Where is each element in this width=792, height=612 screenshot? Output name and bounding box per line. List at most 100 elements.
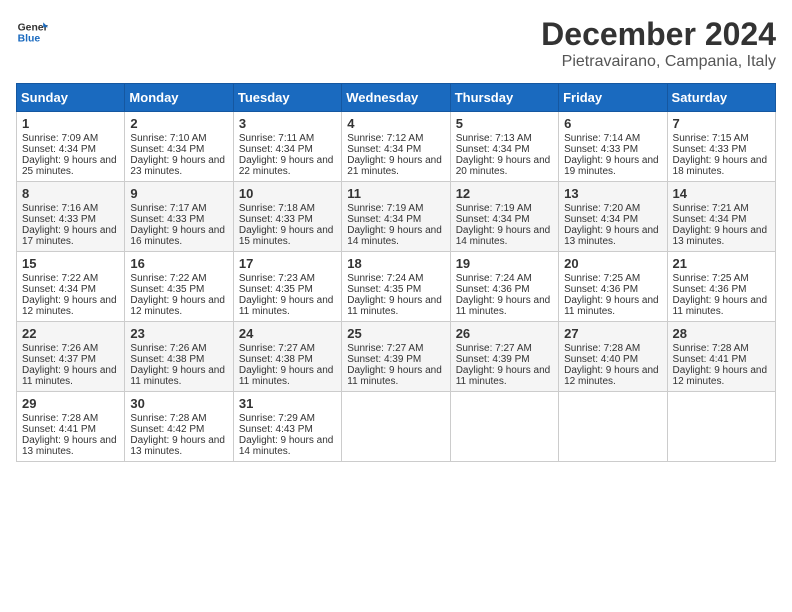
sunset-text: Sunset: 4:36 PM xyxy=(456,284,530,295)
sunrise-text: Sunrise: 7:12 AM xyxy=(347,133,423,144)
sunrise-text: Sunrise: 7:19 AM xyxy=(347,203,423,214)
day-cell: 13Sunrise: 7:20 AMSunset: 4:34 PMDayligh… xyxy=(559,182,667,252)
week-row-2: 8Sunrise: 7:16 AMSunset: 4:33 PMDaylight… xyxy=(17,182,776,252)
day-number: 2 xyxy=(130,116,227,131)
sunrise-text: Sunrise: 7:29 AM xyxy=(239,413,315,424)
day-number: 15 xyxy=(22,256,119,271)
weekday-header-row: SundayMondayTuesdayWednesdayThursdayFrid… xyxy=(17,84,776,112)
day-cell: 3Sunrise: 7:11 AMSunset: 4:34 PMDaylight… xyxy=(233,112,341,182)
daylight-text: Daylight: 9 hours and 13 minutes. xyxy=(564,225,659,247)
daylight-text: Daylight: 9 hours and 11 minutes. xyxy=(130,365,225,387)
day-number: 3 xyxy=(239,116,336,131)
sunrise-text: Sunrise: 7:20 AM xyxy=(564,203,640,214)
day-cell: 15Sunrise: 7:22 AMSunset: 4:34 PMDayligh… xyxy=(17,252,125,322)
title-area: December 2024 Pietravairano, Campania, I… xyxy=(541,16,776,71)
daylight-text: Daylight: 9 hours and 21 minutes. xyxy=(347,155,442,177)
daylight-text: Daylight: 9 hours and 19 minutes. xyxy=(564,155,659,177)
day-number: 8 xyxy=(22,186,119,201)
sunset-text: Sunset: 4:40 PM xyxy=(564,354,638,365)
daylight-text: Daylight: 9 hours and 20 minutes. xyxy=(456,155,551,177)
sunset-text: Sunset: 4:34 PM xyxy=(347,214,421,225)
sunset-text: Sunset: 4:33 PM xyxy=(22,214,96,225)
sunset-text: Sunset: 4:34 PM xyxy=(456,144,530,155)
sunrise-text: Sunrise: 7:27 AM xyxy=(347,343,423,354)
day-cell xyxy=(450,392,558,462)
daylight-text: Daylight: 9 hours and 25 minutes. xyxy=(22,155,117,177)
sunset-text: Sunset: 4:41 PM xyxy=(673,354,747,365)
weekday-header-saturday: Saturday xyxy=(667,84,775,112)
sunrise-text: Sunrise: 7:28 AM xyxy=(130,413,206,424)
sunset-text: Sunset: 4:34 PM xyxy=(239,144,313,155)
day-cell: 17Sunrise: 7:23 AMSunset: 4:35 PMDayligh… xyxy=(233,252,341,322)
day-cell: 8Sunrise: 7:16 AMSunset: 4:33 PMDaylight… xyxy=(17,182,125,252)
sunrise-text: Sunrise: 7:27 AM xyxy=(456,343,532,354)
daylight-text: Daylight: 9 hours and 12 minutes. xyxy=(22,295,117,317)
sunset-text: Sunset: 4:39 PM xyxy=(456,354,530,365)
weekday-header-wednesday: Wednesday xyxy=(342,84,450,112)
sunset-text: Sunset: 4:35 PM xyxy=(347,284,421,295)
sunrise-text: Sunrise: 7:28 AM xyxy=(22,413,98,424)
day-cell: 27Sunrise: 7:28 AMSunset: 4:40 PMDayligh… xyxy=(559,322,667,392)
sunset-text: Sunset: 4:33 PM xyxy=(239,214,313,225)
daylight-text: Daylight: 9 hours and 11 minutes. xyxy=(347,365,442,387)
sunrise-text: Sunrise: 7:26 AM xyxy=(22,343,98,354)
weekday-header-friday: Friday xyxy=(559,84,667,112)
weekday-header-monday: Monday xyxy=(125,84,233,112)
day-cell: 30 Sunrise: 7:28 AMSunset: 4:42 PMDayligh… xyxy=(125,392,233,462)
day-number: 1 xyxy=(22,116,119,131)
sunset-text: Sunset: 4:41 PM xyxy=(22,424,96,435)
sunset-text: Sunset: 4:34 PM xyxy=(130,144,204,155)
daylight-text: Daylight: 9 hours and 17 minutes. xyxy=(22,225,117,247)
sunrise-text: Sunrise: 7:17 AM xyxy=(130,203,206,214)
day-number: 21 xyxy=(673,256,770,271)
day-number: 10 xyxy=(239,186,336,201)
daylight-text: Daylight: 9 hours and 11 minutes. xyxy=(347,295,442,317)
sunset-text: Sunset: 4:34 PM xyxy=(22,144,96,155)
day-cell: 2Sunrise: 7:10 AMSunset: 4:34 PMDaylight… xyxy=(125,112,233,182)
daylight-text: Daylight: 9 hours and 11 minutes. xyxy=(673,295,768,317)
sunrise-text: Sunrise: 7:15 AM xyxy=(673,133,749,144)
sunrise-text: Sunrise: 7:28 AM xyxy=(673,343,749,354)
sunset-text: Sunset: 4:34 PM xyxy=(347,144,421,155)
day-cell: 7Sunrise: 7:15 AMSunset: 4:33 PMDaylight… xyxy=(667,112,775,182)
day-number: 31 xyxy=(239,396,336,411)
calendar-subtitle: Pietravairano, Campania, Italy xyxy=(541,53,776,71)
day-number: 20 xyxy=(564,256,661,271)
weekday-header-thursday: Thursday xyxy=(450,84,558,112)
day-cell: 16Sunrise: 7:22 AMSunset: 4:35 PMDayligh… xyxy=(125,252,233,322)
sunrise-text: Sunrise: 7:10 AM xyxy=(130,133,206,144)
daylight-text: Daylight: 9 hours and 18 minutes. xyxy=(673,155,768,177)
sunrise-text: Sunrise: 7:28 AM xyxy=(564,343,640,354)
day-number: 4 xyxy=(347,116,444,131)
day-cell: 24Sunrise: 7:27 AMSunset: 4:38 PMDayligh… xyxy=(233,322,341,392)
day-number: 28 xyxy=(673,326,770,341)
day-cell: 9Sunrise: 7:17 AMSunset: 4:33 PMDaylight… xyxy=(125,182,233,252)
day-number: 11 xyxy=(347,186,444,201)
sunrise-text: Sunrise: 7:21 AM xyxy=(673,203,749,214)
day-number: 26 xyxy=(456,326,553,341)
sunrise-text: Sunrise: 7:19 AM xyxy=(456,203,532,214)
day-cell xyxy=(559,392,667,462)
day-cell: 12Sunrise: 7:19 AMSunset: 4:34 PMDayligh… xyxy=(450,182,558,252)
day-cell: 6Sunrise: 7:14 AMSunset: 4:33 PMDaylight… xyxy=(559,112,667,182)
day-cell: 18Sunrise: 7:24 AMSunset: 4:35 PMDayligh… xyxy=(342,252,450,322)
sunset-text: Sunset: 4:43 PM xyxy=(239,424,313,435)
daylight-text: Daylight: 9 hours and 13 minutes. xyxy=(130,435,225,457)
day-cell: 11 Sunrise: 7:19 AMSunset: 4:34 PMDayligh… xyxy=(342,182,450,252)
day-number: 18 xyxy=(347,256,444,271)
day-cell: 10Sunrise: 7:18 AMSunset: 4:33 PMDayligh… xyxy=(233,182,341,252)
daylight-text: Daylight: 9 hours and 12 minutes. xyxy=(673,365,768,387)
daylight-text: Daylight: 9 hours and 14 minutes. xyxy=(456,225,551,247)
daylight-text: Daylight: 9 hours and 14 minutes. xyxy=(347,225,442,247)
sunset-text: Sunset: 4:35 PM xyxy=(130,284,204,295)
sunrise-text: Sunrise: 7:09 AM xyxy=(22,133,98,144)
day-cell: 4 Sunrise: 7:12 AMSunset: 4:34 PMDaylight… xyxy=(342,112,450,182)
weekday-header-tuesday: Tuesday xyxy=(233,84,341,112)
sunset-text: Sunset: 4:42 PM xyxy=(130,424,204,435)
sunrise-text: Sunrise: 7:25 AM xyxy=(564,273,640,284)
day-number: 30 xyxy=(130,396,227,411)
day-cell: 29Sunrise: 7:28 AMSunset: 4:41 PMDayligh… xyxy=(17,392,125,462)
sunrise-text: Sunrise: 7:23 AM xyxy=(239,273,315,284)
sunrise-text: Sunrise: 7:24 AM xyxy=(456,273,532,284)
day-number: 6 xyxy=(564,116,661,131)
